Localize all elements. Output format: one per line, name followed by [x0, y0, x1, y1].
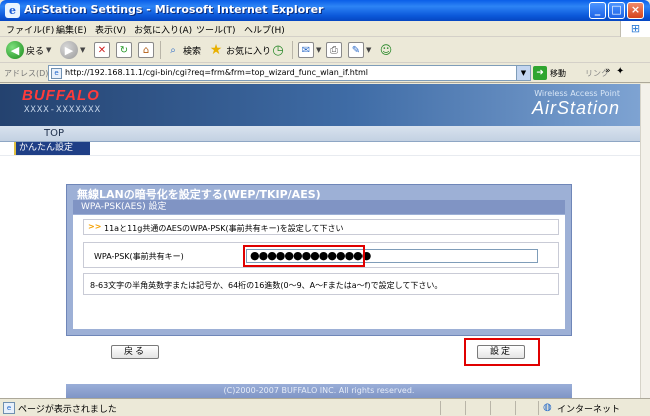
chevron-down-icon[interactable]: ▼	[516, 66, 530, 80]
favorites-button[interactable]: ★ お気に入り	[208, 40, 271, 60]
back-button[interactable]: ◀ 戻る ▼	[6, 40, 51, 60]
minimize-button[interactable]: _	[589, 2, 606, 19]
menu-bar: ファイル(F) 編集(E) 表示(V) お気に入り(A) ツール(T) ヘルプ(…	[0, 21, 650, 37]
refresh-icon: ↻	[116, 42, 132, 58]
psk-highlight-box	[243, 245, 365, 267]
panel-subtitle: WPA-PSK(AES) 設定	[73, 200, 565, 214]
note-row: 8-63文字の半角英数字または記号か、64桁の16進数(0～9、A～Fまたはa～…	[83, 273, 559, 295]
model-name: XXXX-XXXXXXX	[24, 105, 102, 115]
hint-row: >> 11aと11g共通のAESのWPA-PSK(事前共有キー)を設定して下さい	[83, 219, 559, 235]
encryption-panel: 無線LANの暗号化を設定する(WEP/TKIP/AES) WPA-PSK(AES…	[66, 184, 572, 336]
chevron-down-icon: ▼	[80, 46, 86, 54]
toolbar-separator	[160, 41, 161, 59]
status-divider	[538, 401, 539, 415]
title-bar: e AirStation Settings - Microsoft Intern…	[0, 0, 650, 21]
back-arrow-icon: ◀	[6, 41, 24, 59]
header-banner: BUFFALO XXXX-XXXXXXX Wireless Access Poi…	[0, 84, 640, 126]
footer-copyright: (C)2000-2007 BUFFALO INC. All rights res…	[66, 384, 572, 398]
product-line: Wireless Access Point	[534, 89, 620, 98]
edit-icon: ✎	[348, 42, 364, 58]
page-content: BUFFALO XXXX-XXXXXXX Wireless Access Poi…	[0, 84, 640, 398]
menu-view[interactable]: 表示(V)	[95, 23, 126, 36]
refresh-button[interactable]: ↻	[116, 40, 132, 60]
menu-favorites[interactable]: お気に入り(A)	[134, 23, 192, 36]
home-icon: ⌂	[138, 42, 154, 58]
subtab-easy-setup[interactable]: かんたん設定	[14, 142, 90, 155]
history-icon: ◷	[272, 42, 284, 58]
tab-strip	[0, 126, 640, 142]
messenger-icon: ☺	[379, 43, 393, 57]
status-divider	[440, 401, 441, 415]
note-text: 8-63文字の半角英数字または記号か、64桁の16進数(0～9、A～Fまたはa～…	[90, 281, 443, 290]
forward-arrow-icon: ▶	[60, 41, 78, 59]
zone-text: インターネット	[557, 405, 621, 415]
stop-button[interactable]: ✕	[94, 40, 110, 60]
favorites-label: お気に入り	[226, 46, 272, 57]
close-icon: ×	[630, 3, 641, 16]
edit-button[interactable]: ✎ ▼	[348, 40, 371, 60]
hint-text: 11aと11g共通のAESのWPA-PSK(事前共有キー)を設定して下さい	[104, 224, 344, 233]
product-logo: AirStation	[531, 98, 620, 118]
address-label: アドレス(D)	[4, 69, 49, 78]
status-text: ページが表示されました	[18, 405, 117, 415]
search-icon: ⌕	[170, 44, 176, 56]
status-divider	[515, 401, 516, 415]
mail-icon: ✉	[298, 42, 314, 58]
home-button[interactable]: ⌂	[138, 40, 154, 60]
back-label: 戻る	[26, 46, 45, 57]
history-button[interactable]: ◷	[270, 40, 286, 60]
close-button[interactable]: ×	[627, 2, 644, 19]
menu-help[interactable]: ヘルプ(H)	[244, 23, 285, 36]
maximize-icon: □	[611, 3, 622, 16]
chevron-down-icon: ▼	[366, 46, 372, 54]
go-button[interactable]: 移動	[550, 68, 566, 79]
chevron-right-icon[interactable]: »	[605, 66, 611, 76]
page-icon: e	[3, 402, 15, 414]
messenger-button[interactable]: ☺	[378, 40, 394, 60]
panel-body: >> 11aと11g共通のAESのWPA-PSK(事前共有キー)を設定して下さい…	[73, 215, 565, 329]
maximize-button[interactable]: □	[608, 2, 625, 19]
back-button-page[interactable]: 戻る	[111, 345, 159, 359]
chevron-down-icon: ▼	[316, 46, 322, 54]
printer-icon: ⎙	[326, 42, 342, 58]
toolbar-separator	[292, 41, 293, 59]
psk-label: WPA-PSK(事前共有キー)	[94, 252, 184, 261]
go-arrow-icon[interactable]: ➜	[533, 66, 547, 80]
toolbar: ◀ 戻る ▼ ▶ ▼ ✕ ↻ ⌂ ⌕ 検索 ★ お気に入り ◷ ✉ ▼ ⎙ ✎ …	[0, 37, 650, 63]
star-icon: ★	[209, 42, 223, 58]
ie-icon: e	[5, 3, 20, 18]
window-title: AirStation Settings - Microsoft Internet…	[24, 3, 324, 16]
status-divider	[490, 401, 491, 415]
minimize-icon: _	[594, 3, 601, 16]
address-url: http://192.168.11.1/cgi-bin/cgi?req=frm&…	[65, 68, 369, 77]
tab-top[interactable]: TOP	[14, 126, 94, 142]
search-label: 検索	[183, 46, 202, 57]
address-input[interactable]: e http://192.168.11.1/cgi-bin/cgi?req=fr…	[48, 65, 531, 81]
menu-file[interactable]: ファイル(F)	[6, 23, 54, 36]
page-icon: e	[51, 68, 62, 79]
double-arrow-icon: >>	[88, 222, 102, 231]
menu-edit[interactable]: 編集(E)	[56, 23, 87, 36]
mail-button[interactable]: ✉ ▼	[298, 40, 321, 60]
menu-tools[interactable]: ツール(T)	[196, 23, 236, 36]
search-button[interactable]: ⌕ 検索	[165, 40, 201, 60]
toolbar-extension-icon[interactable]: ✦	[616, 66, 624, 77]
psk-row: WPA-PSK(事前共有キー) ●●●●●●●●●●●●●●	[83, 242, 559, 268]
divider	[0, 155, 640, 156]
stop-icon: ✕	[94, 42, 110, 58]
status-bar: e ページが表示されました ◍ インターネット	[0, 398, 650, 416]
windows-logo-icon: ⊞	[620, 21, 650, 37]
brand-logo: BUFFALO	[22, 87, 100, 104]
forward-button[interactable]: ▶ ▼	[60, 40, 85, 60]
address-bar: アドレス(D) e http://192.168.11.1/cgi-bin/cg…	[0, 63, 650, 83]
vertical-scrollbar[interactable]	[640, 84, 650, 398]
chevron-down-icon: ▼	[46, 46, 52, 54]
set-highlight-box	[464, 338, 540, 366]
globe-icon: ◍	[543, 402, 552, 413]
status-divider	[465, 401, 466, 415]
print-button[interactable]: ⎙	[326, 40, 342, 60]
